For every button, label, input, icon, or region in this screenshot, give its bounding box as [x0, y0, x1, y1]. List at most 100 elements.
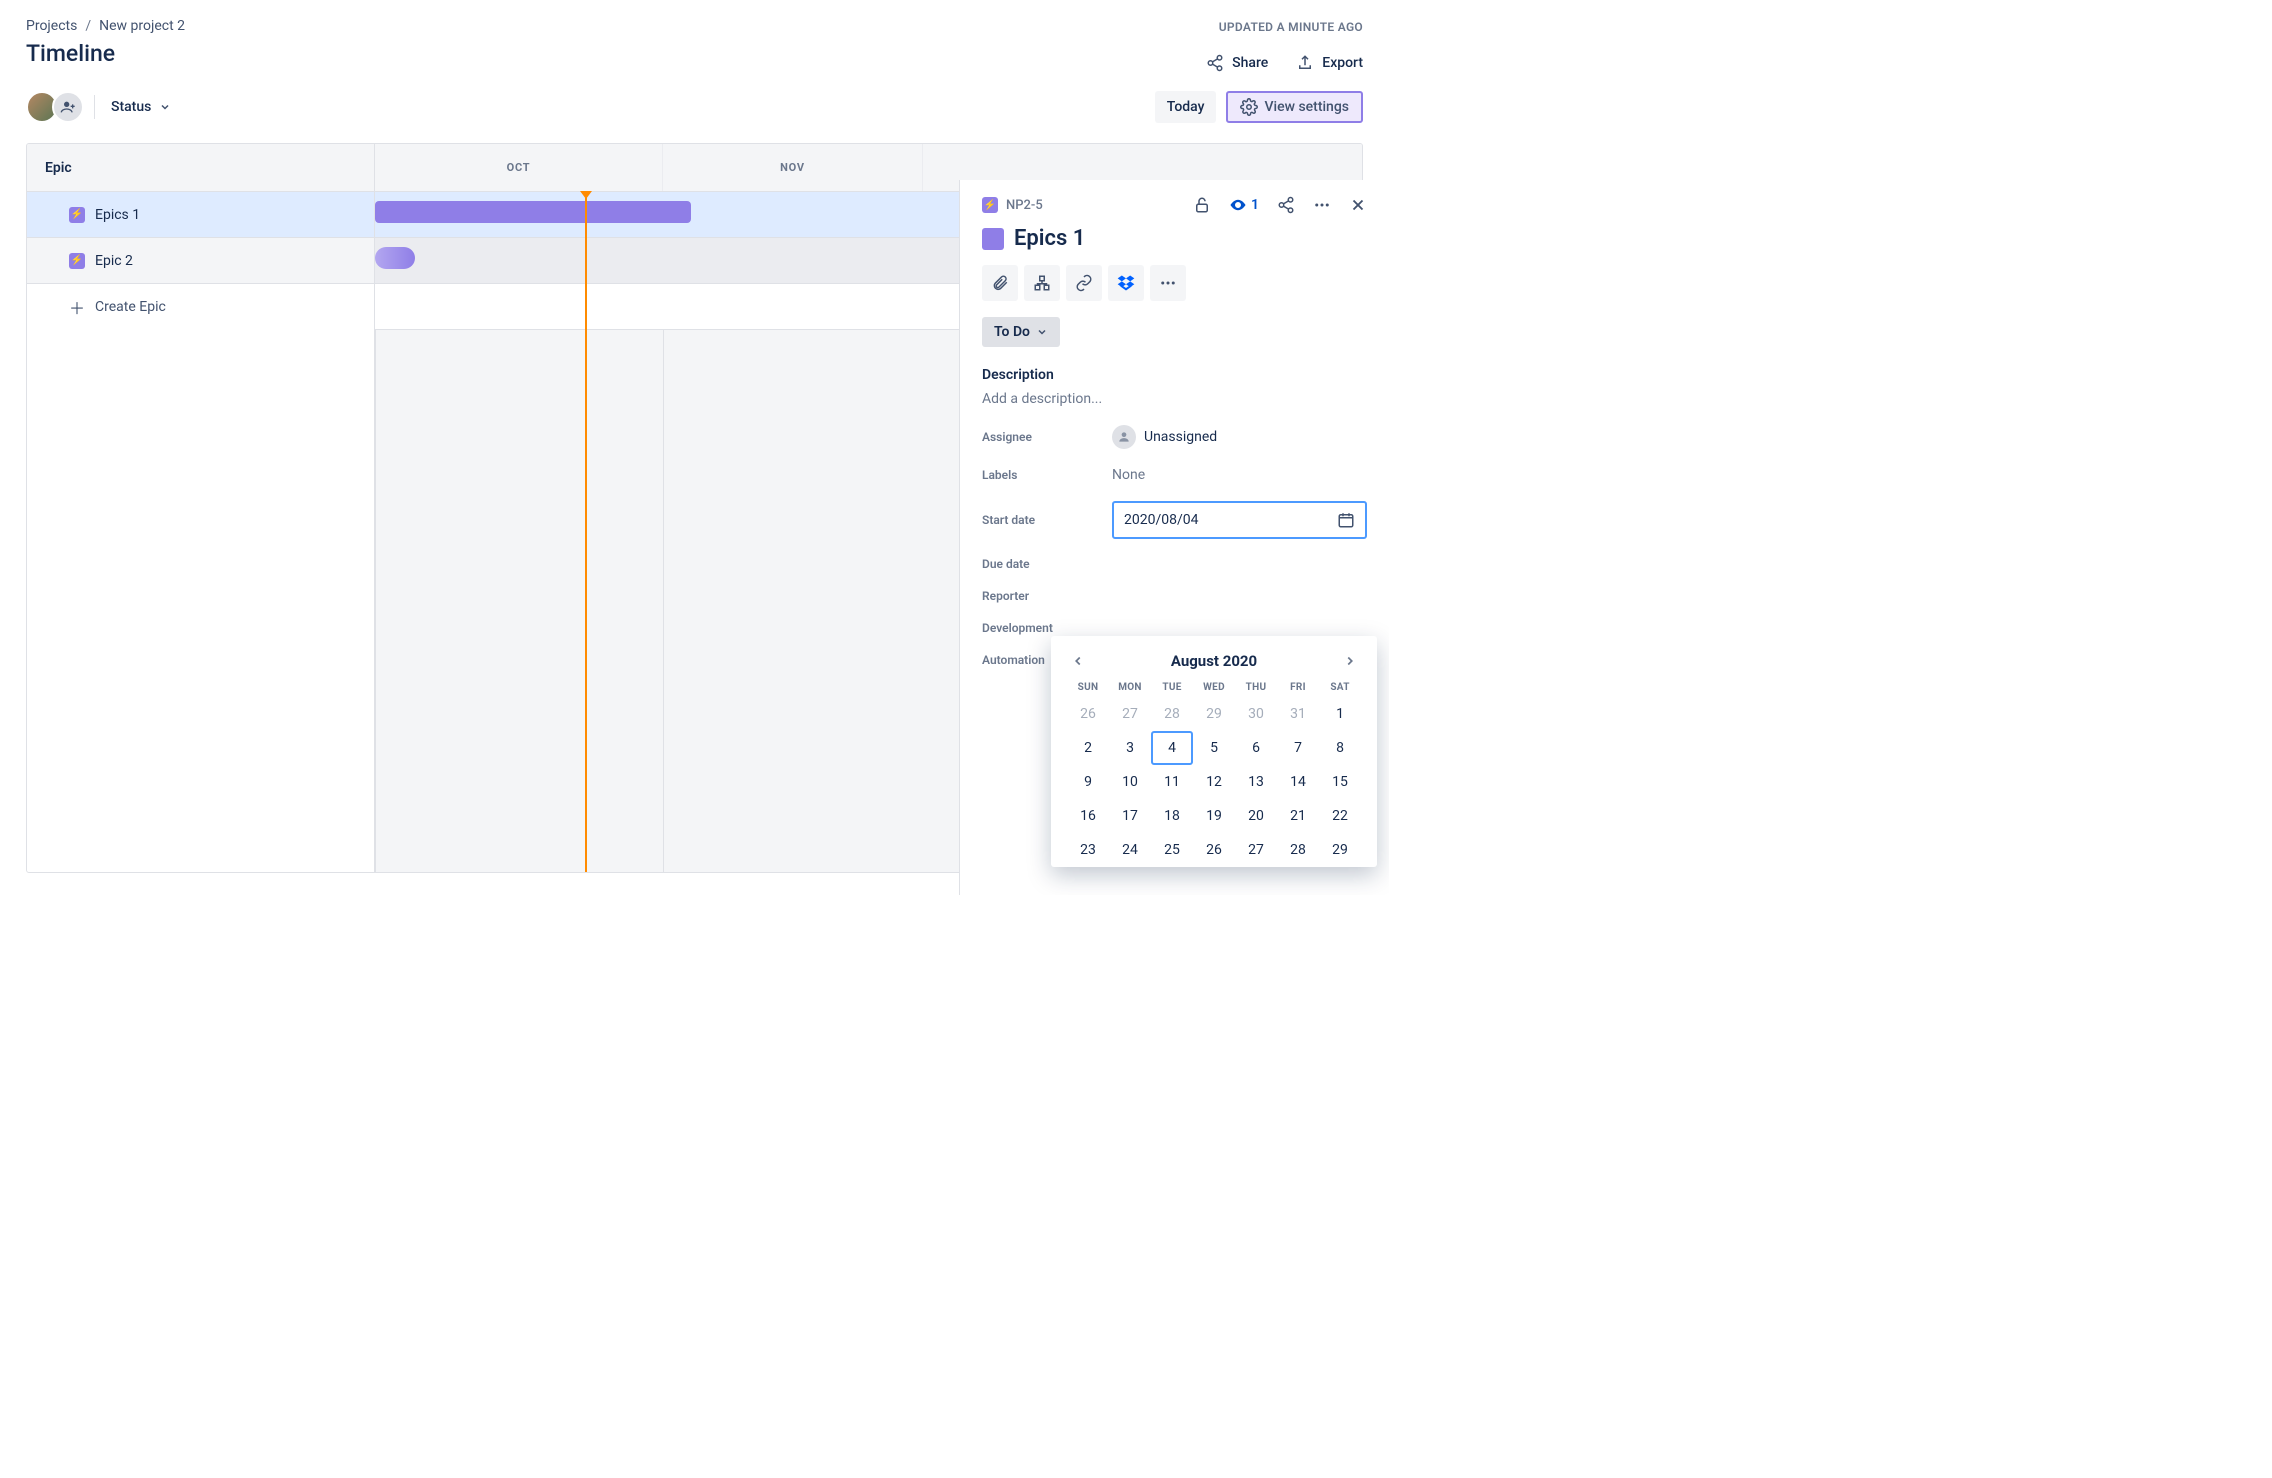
- calendar-day[interactable]: 7: [1277, 731, 1319, 765]
- calendar-day[interactable]: 4: [1151, 731, 1193, 765]
- assignee-value: Unassigned: [1144, 429, 1217, 445]
- month-oct: OCT: [375, 144, 663, 191]
- share-icon: [1206, 54, 1224, 72]
- link-icon: [1075, 274, 1093, 292]
- plus-icon: ＋: [69, 295, 85, 319]
- share-issue-button[interactable]: [1277, 196, 1295, 214]
- issue-key[interactable]: ⚡ NP2-5: [982, 197, 1043, 213]
- prev-month-button[interactable]: [1067, 650, 1089, 672]
- calendar-day[interactable]: 25: [1151, 833, 1193, 867]
- calendar-day[interactable]: 29: [1319, 833, 1361, 867]
- labels-field[interactable]: None: [1112, 467, 1367, 483]
- calendar-day[interactable]: 19: [1193, 799, 1235, 833]
- calendar-day[interactable]: 16: [1067, 799, 1109, 833]
- due-date-label: Due date: [982, 557, 1112, 571]
- calendar-day[interactable]: 9: [1067, 765, 1109, 799]
- view-settings-label: View settings: [1264, 99, 1349, 115]
- export-label: Export: [1322, 55, 1363, 71]
- today-button[interactable]: Today: [1155, 91, 1217, 123]
- create-epic-button[interactable]: ＋ Create Epic: [27, 284, 374, 330]
- close-icon: [1349, 196, 1367, 214]
- status-value: To Do: [994, 324, 1030, 340]
- description-field[interactable]: Add a description...: [982, 391, 1367, 407]
- epic-icon: ⚡: [69, 253, 85, 269]
- more-icon: [1313, 196, 1331, 214]
- lock-button[interactable]: [1193, 196, 1211, 214]
- epic-bar[interactable]: [375, 247, 415, 269]
- epic-name: Epics 1: [95, 207, 140, 223]
- status-select[interactable]: To Do: [982, 317, 1060, 347]
- calendar-day[interactable]: 12: [1193, 765, 1235, 799]
- epic-bar[interactable]: [375, 201, 691, 223]
- link-button[interactable]: [1066, 265, 1102, 301]
- watch-count: 1: [1251, 197, 1259, 213]
- watch-button[interactable]: 1: [1229, 196, 1259, 214]
- export-button[interactable]: Export: [1296, 54, 1363, 72]
- calendar-day[interactable]: 28: [1151, 697, 1193, 731]
- add-person-icon: [60, 99, 76, 115]
- epic-row[interactable]: ⚡ Epics 1: [27, 192, 374, 238]
- more-icon: [1159, 274, 1177, 292]
- attachment-icon: [991, 274, 1009, 292]
- view-settings-button[interactable]: View settings: [1226, 91, 1363, 123]
- status-filter[interactable]: Status: [111, 99, 171, 115]
- calendar-day[interactable]: 18: [1151, 799, 1193, 833]
- add-child-button[interactable]: [1024, 265, 1060, 301]
- calendar-day[interactable]: 8: [1319, 731, 1361, 765]
- calendar-day[interactable]: 26: [1193, 833, 1235, 867]
- calendar-day[interactable]: 3: [1109, 731, 1151, 765]
- more-actions-button[interactable]: [1313, 196, 1331, 214]
- epic-color-swatch[interactable]: [982, 228, 1004, 250]
- breadcrumb-project[interactable]: New project 2: [99, 18, 185, 34]
- epic-name: Epic 2: [95, 253, 133, 269]
- issue-title[interactable]: Epics 1: [1014, 226, 1085, 251]
- calendar-day[interactable]: 23: [1067, 833, 1109, 867]
- hierarchy-icon: [1033, 274, 1051, 292]
- calendar-day[interactable]: 5: [1193, 731, 1235, 765]
- calendar-day[interactable]: 17: [1109, 799, 1151, 833]
- calendar-day[interactable]: 6: [1235, 731, 1277, 765]
- calendar-day[interactable]: 20: [1235, 799, 1277, 833]
- dropbox-icon: [1116, 273, 1136, 293]
- next-month-button[interactable]: [1339, 650, 1361, 672]
- breadcrumb-projects[interactable]: Projects: [26, 18, 77, 34]
- attach-button[interactable]: [982, 265, 1018, 301]
- add-people-button[interactable]: [52, 91, 84, 123]
- calendar-icon[interactable]: [1337, 511, 1355, 529]
- calendar-day[interactable]: 28: [1277, 833, 1319, 867]
- more-apps-button[interactable]: [1150, 265, 1186, 301]
- start-date-input[interactable]: [1124, 512, 1337, 528]
- assignee-field[interactable]: Unassigned: [1112, 425, 1367, 449]
- chevron-down-icon: [159, 101, 171, 113]
- start-date-field[interactable]: [1112, 501, 1367, 539]
- calendar-day[interactable]: 24: [1109, 833, 1151, 867]
- epic-row[interactable]: ⚡ Epic 2: [27, 238, 374, 284]
- calendar-day[interactable]: 22: [1319, 799, 1361, 833]
- epic-header: Epic: [27, 144, 375, 191]
- person-icon: [1112, 425, 1136, 449]
- calendar-day[interactable]: 15: [1319, 765, 1361, 799]
- issue-key-label: NP2-5: [1006, 198, 1043, 213]
- calendar-day[interactable]: 1: [1319, 697, 1361, 731]
- month-nov: NOV: [663, 144, 923, 191]
- breadcrumb: Projects / New project 2: [26, 18, 1363, 34]
- reporter-label: Reporter: [982, 589, 1112, 603]
- calendar-day[interactable]: 31: [1277, 697, 1319, 731]
- calendar-day[interactable]: 14: [1277, 765, 1319, 799]
- export-icon: [1296, 54, 1314, 72]
- today-marker: [585, 192, 587, 873]
- calendar-day[interactable]: 29: [1193, 697, 1235, 731]
- share-button[interactable]: Share: [1206, 54, 1268, 72]
- calendar-day[interactable]: 10: [1109, 765, 1151, 799]
- calendar-day[interactable]: 21: [1277, 799, 1319, 833]
- calendar-day[interactable]: 27: [1109, 697, 1151, 731]
- calendar-day[interactable]: 27: [1235, 833, 1277, 867]
- epic-icon: ⚡: [69, 207, 85, 223]
- close-panel-button[interactable]: [1349, 196, 1367, 214]
- calendar-day[interactable]: 13: [1235, 765, 1277, 799]
- calendar-day[interactable]: 11: [1151, 765, 1193, 799]
- dropbox-button[interactable]: [1108, 265, 1144, 301]
- calendar-day[interactable]: 30: [1235, 697, 1277, 731]
- calendar-day[interactable]: 26: [1067, 697, 1109, 731]
- calendar-day[interactable]: 2: [1067, 731, 1109, 765]
